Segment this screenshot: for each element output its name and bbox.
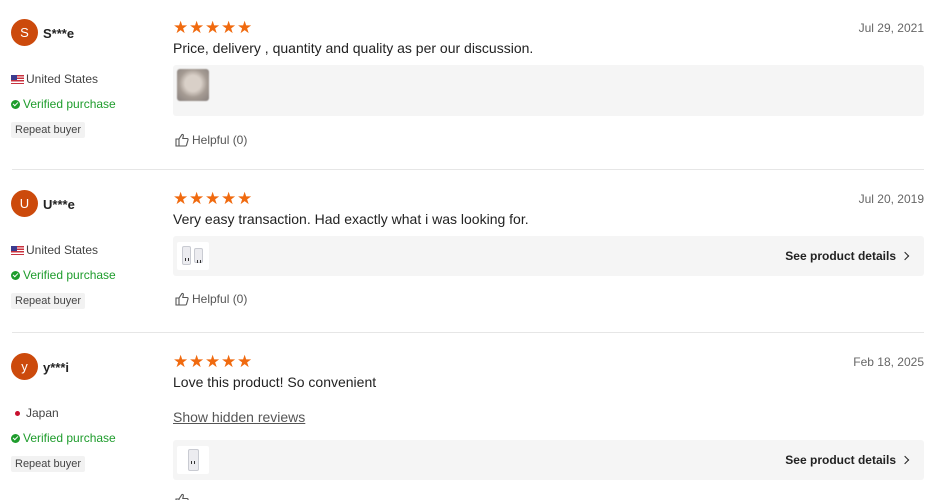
check-circle-icon <box>11 433 20 443</box>
reviewer-country: United States <box>11 72 98 86</box>
divider <box>12 332 924 333</box>
star-icon: ★ <box>221 352 237 371</box>
country-label: United States <box>26 243 99 257</box>
star-icon: ★ <box>237 352 253 371</box>
helpful-label: Helpful (0) <box>192 133 248 147</box>
thumbs-up-icon <box>175 292 189 306</box>
verified-label: Verified purchase <box>23 431 116 445</box>
reviewer-name: S***e <box>43 26 75 41</box>
verified-label: Verified purchase <box>23 97 116 111</box>
check-circle-icon <box>11 270 20 280</box>
review-media <box>173 65 924 116</box>
plug-image <box>194 248 203 263</box>
see-details-label: See product details <box>785 453 896 467</box>
repeat-buyer-badge: Repeat buyer <box>11 122 86 138</box>
verified-badge: Verified purchase <box>11 431 116 445</box>
repeat-buyer-badge: Repeat buyer <box>11 293 86 309</box>
japan-flag-icon <box>11 408 24 418</box>
review-text: Love this product! So convenient <box>173 374 377 390</box>
thumbs-up-icon <box>175 133 189 147</box>
product-preview: See product details <box>173 236 924 276</box>
star-rating: ★ ★ ★ ★ ★ <box>173 189 253 208</box>
star-icon: ★ <box>221 18 237 37</box>
helpful-button[interactable] <box>175 493 189 500</box>
avatar: y <box>11 353 38 380</box>
avatar: U <box>11 190 38 217</box>
product-preview: See product details <box>173 440 924 480</box>
country-label: Japan <box>26 406 59 420</box>
review-date: Jul 20, 2019 <box>858 192 924 206</box>
star-rating: ★ ★ ★ ★ ★ <box>173 18 253 37</box>
divider <box>12 169 924 170</box>
us-flag-icon <box>11 74 24 84</box>
reviewer-name: y***i <box>43 360 70 375</box>
reviewer-country: Japan <box>11 406 59 420</box>
review-date: Jul 29, 2021 <box>858 21 924 35</box>
star-icon: ★ <box>173 189 189 208</box>
star-icon: ★ <box>173 18 189 37</box>
star-icon: ★ <box>189 352 205 371</box>
verified-badge: Verified purchase <box>11 268 116 282</box>
plug-image <box>188 449 199 471</box>
helpful-button[interactable]: Helpful (0) <box>175 133 247 147</box>
us-flag-icon <box>11 245 24 255</box>
see-product-details-link[interactable]: See product details <box>785 453 910 467</box>
verified-badge: Verified purchase <box>11 97 116 111</box>
check-circle-icon <box>11 99 20 109</box>
avatar: S <box>11 19 38 46</box>
star-icon: ★ <box>189 189 205 208</box>
review-text: Price, delivery , quantity and quality a… <box>173 40 534 56</box>
product-thumbnail[interactable] <box>177 242 209 270</box>
product-thumbnail[interactable] <box>177 446 209 474</box>
star-icon: ★ <box>221 189 237 208</box>
country-label: United States <box>26 72 99 86</box>
star-icon: ★ <box>173 352 189 371</box>
see-details-label: See product details <box>785 249 896 263</box>
helpful-label: Helpful (0) <box>192 292 248 306</box>
star-icon: ★ <box>189 18 205 37</box>
reviewer-country: United States <box>11 243 98 257</box>
show-hidden-reviews-link[interactable]: Show hidden reviews <box>173 409 305 425</box>
review-date: Feb 18, 2025 <box>853 355 924 369</box>
helpful-button[interactable]: Helpful (0) <box>175 292 247 306</box>
star-icon: ★ <box>237 189 253 208</box>
plug-image <box>182 246 191 265</box>
chevron-right-icon <box>900 455 910 465</box>
star-rating: ★ ★ ★ ★ ★ <box>173 352 253 371</box>
repeat-buyer-badge: Repeat buyer <box>11 456 86 472</box>
star-icon: ★ <box>237 18 253 37</box>
star-icon: ★ <box>205 189 221 208</box>
chevron-right-icon <box>900 251 910 261</box>
verified-label: Verified purchase <box>23 268 116 282</box>
star-icon: ★ <box>205 18 221 37</box>
thumbs-up-icon <box>175 493 189 500</box>
star-icon: ★ <box>205 352 221 371</box>
review-photo-thumbnail[interactable] <box>177 69 209 101</box>
see-product-details-link[interactable]: See product details <box>785 249 910 263</box>
review-text: Very easy transaction. Had exactly what … <box>173 211 529 227</box>
reviewer-name: U***e <box>43 197 75 212</box>
